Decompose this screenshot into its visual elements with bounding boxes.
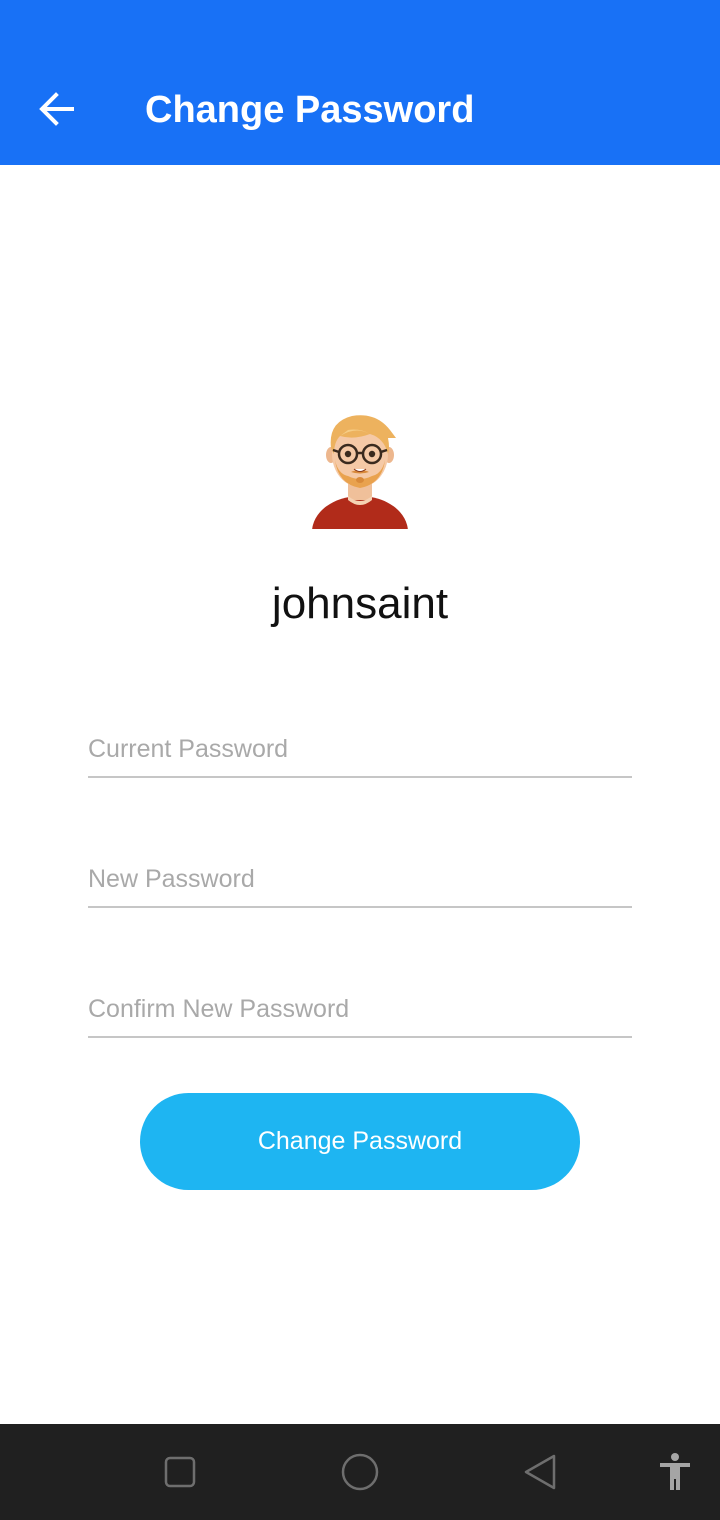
confirm-password-field[interactable]: [88, 976, 632, 1038]
new-password-input[interactable]: [88, 865, 632, 894]
back-triangle-icon: [524, 1454, 556, 1490]
user-avatar-icon: [312, 415, 408, 529]
confirm-password-input[interactable]: [88, 995, 632, 1024]
recents-square-icon: [164, 1456, 196, 1488]
accessibility-button[interactable]: [655, 1452, 695, 1492]
recents-button[interactable]: [160, 1452, 200, 1492]
arrow-left-icon: [39, 92, 74, 126]
home-button[interactable]: [340, 1452, 380, 1492]
new-password-field[interactable]: [88, 846, 632, 908]
current-password-input[interactable]: [88, 735, 632, 764]
home-circle-icon: [341, 1453, 379, 1491]
system-back-button[interactable]: [520, 1452, 560, 1492]
app-bar: Change Password: [0, 0, 720, 165]
change-password-button[interactable]: Change Password: [140, 1093, 580, 1190]
back-button[interactable]: [26, 80, 86, 140]
current-password-field[interactable]: [88, 716, 632, 778]
avatar: [304, 408, 416, 532]
username: johnsaint: [271, 579, 449, 628]
page-title: Change Password: [145, 89, 475, 131]
accessibility-icon: [660, 1453, 690, 1490]
system-navigation-bar: [0, 1424, 720, 1520]
